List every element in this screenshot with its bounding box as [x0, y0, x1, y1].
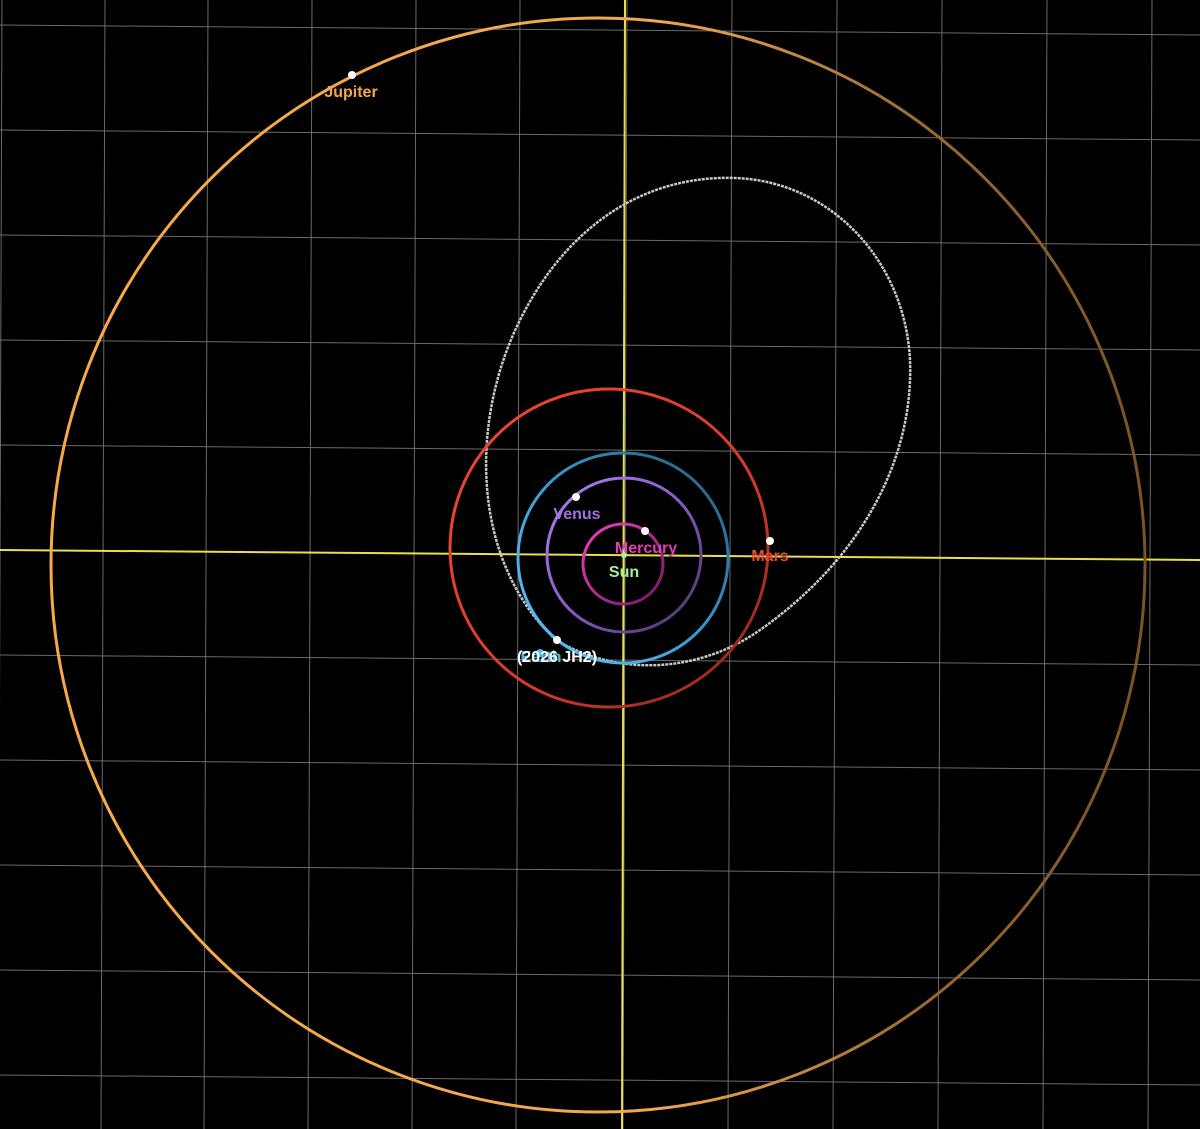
- jupiter-orbit: [49, 16, 1147, 1114]
- grid-horizontal-line: [0, 759, 1200, 771]
- mars-label: Mars: [751, 548, 788, 565]
- asteroid-orbit: [484, 176, 912, 667]
- grid-horizontal-line: [0, 969, 1200, 981]
- jupiter-label: Jupiter: [324, 84, 377, 101]
- grid-horizontal-line: [0, 129, 1200, 141]
- grid-horizontal-line: [0, 234, 1200, 246]
- sun-label: Sun: [609, 564, 639, 581]
- grid-horizontal-line: [0, 24, 1200, 36]
- orbit-viewer[interactable]: Jupiter Mars Venus Mercury Sun Earth (20…: [0, 0, 1200, 1129]
- grid-vertical-line: [203, 0, 209, 1129]
- mars-marker[interactable]: [766, 537, 774, 545]
- grid-horizontal-line: [0, 444, 1200, 456]
- grid-horizontal-line: [0, 339, 1200, 351]
- grid-vertical-line: [937, 0, 943, 1129]
- orbit-canvas[interactable]: Jupiter Mars Venus Mercury Sun Earth (20…: [0, 0, 1200, 1129]
- asteroid-label: (2026 JH2): [517, 649, 597, 666]
- venus-marker[interactable]: [572, 493, 580, 501]
- grid-vertical-line: [411, 0, 417, 1129]
- grid-vertical-line: [307, 0, 313, 1129]
- grid-vertical-line: [0, 0, 3, 706]
- grid-vertical-line: [1147, 0, 1153, 1129]
- venus-label: Venus: [553, 506, 600, 523]
- grid-horizontal-line: [0, 1074, 1200, 1086]
- grid-vertical-line: [100, 0, 106, 1129]
- grid-lines: [0, 0, 1200, 1129]
- grid-vertical-line: [1042, 0, 1048, 1129]
- jupiter-marker[interactable]: [348, 71, 356, 79]
- asteroid-marker[interactable]: [553, 636, 561, 644]
- mercury-label: Mercury: [615, 540, 677, 557]
- mercury-marker[interactable]: [641, 527, 649, 535]
- horizontal-axis: [0, 549, 1200, 561]
- grid-horizontal-line: [0, 864, 1200, 876]
